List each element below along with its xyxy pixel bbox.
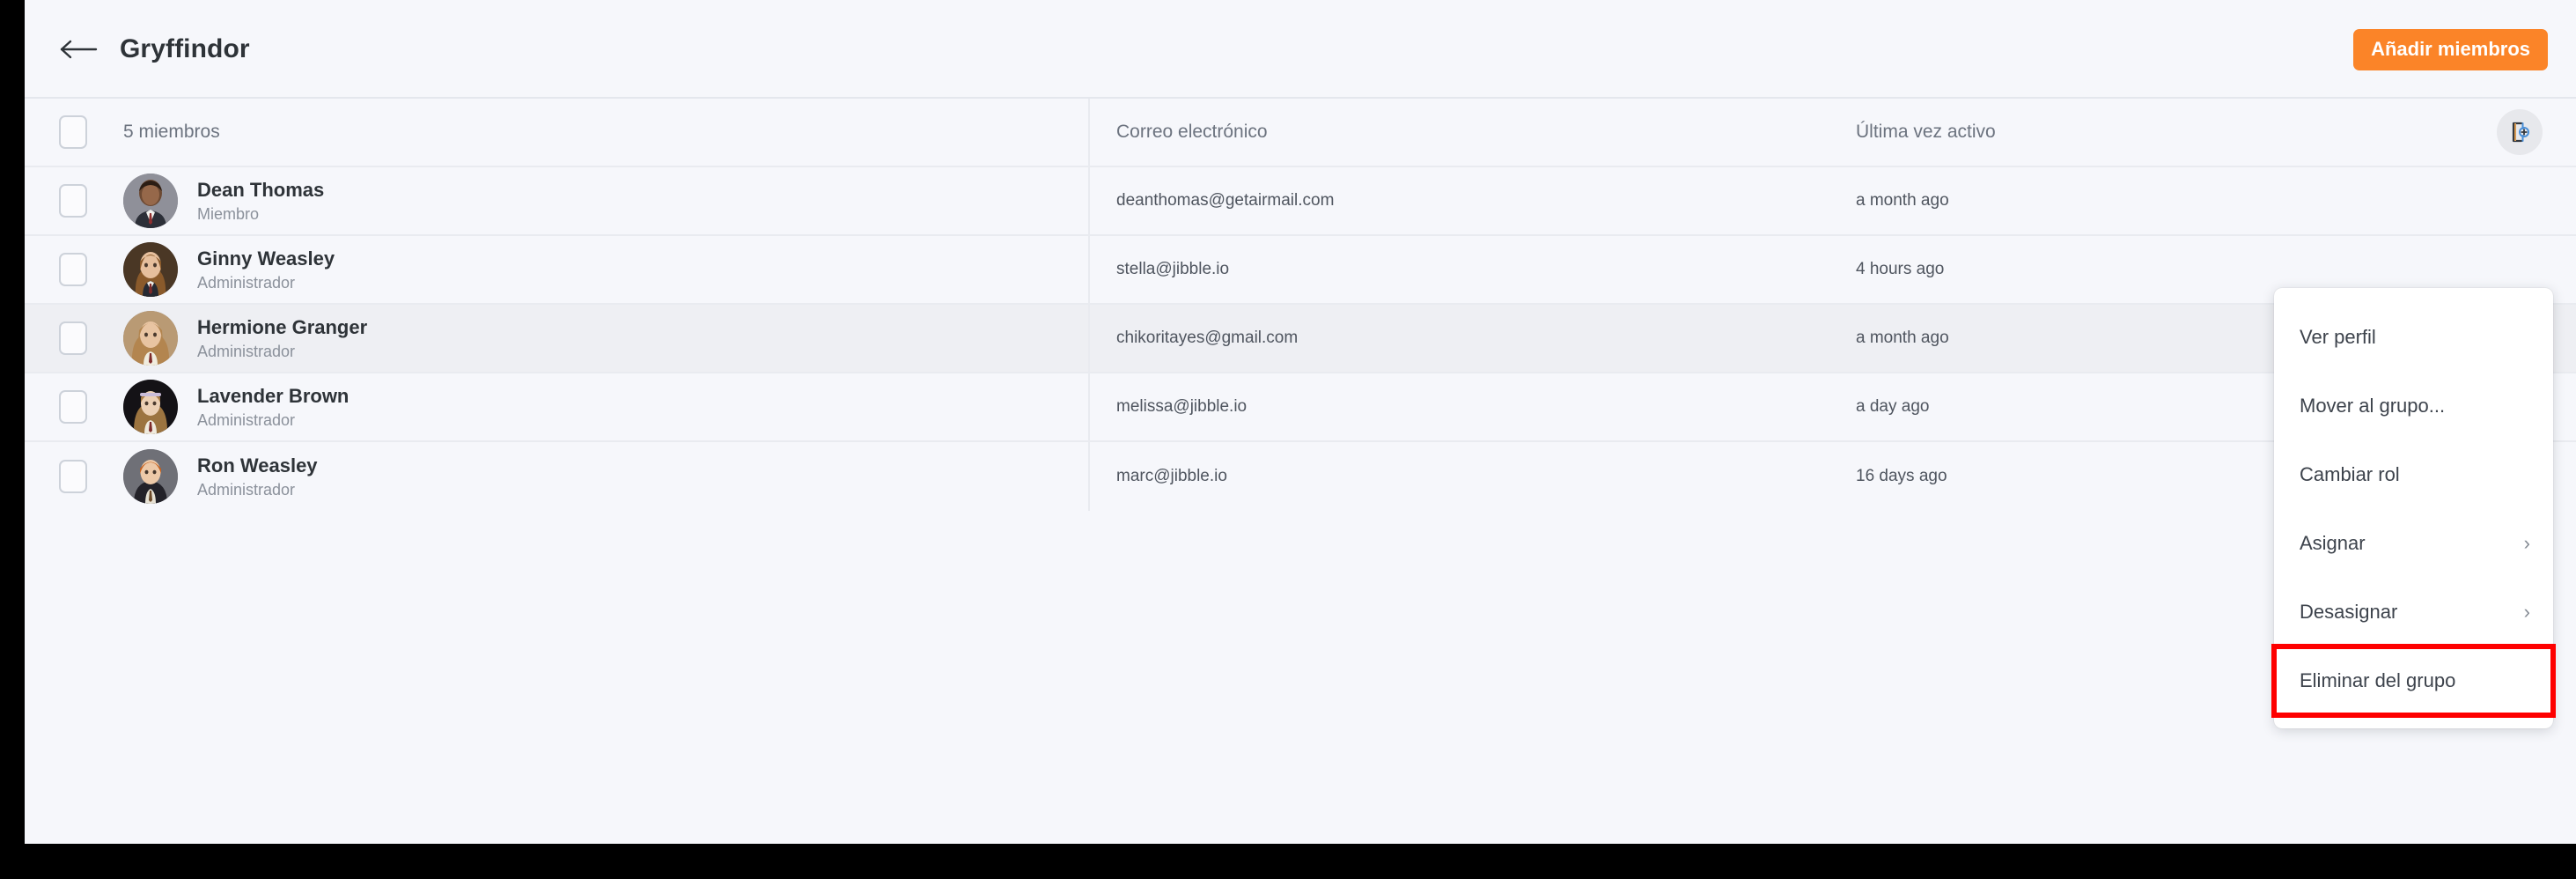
- menu-item-ver-perfil[interactable]: Ver perfil: [2274, 303, 2553, 372]
- select-all-checkbox[interactable]: [59, 115, 87, 149]
- page-title: Gryffindor: [120, 34, 250, 63]
- menu-item-label: Desasignar: [2300, 601, 2398, 623]
- member-name: Dean Thomas: [197, 178, 325, 201]
- menu-item-desasignar[interactable]: Desasignar ›: [2274, 578, 2553, 646]
- member-role: Administrador: [197, 480, 296, 499]
- member-email: melissa@jibble.io: [1116, 397, 1248, 416]
- member-email: deanthomas@getairmail.com: [1116, 191, 1335, 210]
- menu-item-label: Eliminar del grupo: [2300, 669, 2456, 691]
- page-header: Gryffindor Añadir miembros: [25, 0, 2576, 99]
- column-header-email: Correo electrónico: [1116, 122, 1268, 142]
- bottom-black-bar: [0, 844, 2576, 879]
- avatar: [123, 311, 178, 366]
- member-last-active: a month ago: [1856, 191, 1949, 210]
- avatar: [123, 380, 178, 434]
- chevron-right-icon: ›: [2523, 601, 2530, 623]
- screen: Gryffindor Añadir miembros 5 miembros Co…: [0, 0, 2576, 879]
- table-row[interactable]: Ginny Weasley Administrador stella@jibbl…: [25, 236, 2576, 305]
- member-name-cell: Ron Weasley Administrador: [121, 442, 1090, 511]
- menu-item-label: Mover al grupo...: [2300, 395, 2446, 417]
- row-select-cell: [25, 305, 121, 372]
- member-role: Miembro: [197, 204, 260, 223]
- row-checkbox[interactable]: [59, 253, 87, 286]
- menu-item-cambiar-rol[interactable]: Cambiar rol: [2274, 440, 2553, 509]
- row-checkbox[interactable]: [59, 321, 87, 355]
- member-role: Administrador: [197, 342, 296, 360]
- menu-item-label: Cambiar rol: [2300, 463, 2400, 485]
- table-row[interactable]: Hermione Granger Administrador chikorita…: [25, 305, 2576, 373]
- add-members-button[interactable]: Añadir miembros: [2353, 29, 2548, 71]
- select-all-cell: [25, 99, 121, 166]
- menu-item-label: Asignar: [2300, 532, 2366, 554]
- member-name: Lavender Brown: [197, 384, 350, 407]
- row-select-cell: [25, 373, 121, 440]
- member-name: Ginny Weasley: [197, 247, 335, 270]
- menu-item-label: Ver perfil: [2300, 326, 2376, 348]
- table-row[interactable]: Dean Thomas Miembro deanthomas@getairmai…: [25, 167, 2576, 236]
- row-checkbox[interactable]: [59, 460, 87, 493]
- column-header-last-active-label: Última vez activo: [1856, 122, 1996, 142]
- menu-item-asignar[interactable]: Asignar ›: [2274, 509, 2553, 578]
- table-row[interactable]: Lavender Brown Administrador melissa@jib…: [25, 373, 2576, 442]
- members-table: 5 miembros Correo electrónico Última vez…: [25, 99, 2576, 511]
- table-row[interactable]: Ron Weasley Administrador marc@jibble.io…: [25, 442, 2576, 511]
- member-email: stella@jibble.io: [1116, 260, 1230, 278]
- member-role: Administrador: [197, 273, 296, 292]
- row-select-cell: [25, 167, 121, 234]
- table-header-row: 5 miembros Correo electrónico Última vez…: [25, 99, 2576, 167]
- avatar: [123, 174, 178, 228]
- member-name-block: Ron Weasley Administrador: [197, 454, 318, 499]
- export-document-icon[interactable]: [2497, 109, 2543, 155]
- avatar: [123, 449, 178, 504]
- member-role: Administrador: [197, 410, 296, 429]
- column-header-last-active: Última vez activo: [1829, 99, 2576, 166]
- menu-item-mover-al-grupo[interactable]: Mover al grupo...: [2274, 372, 2553, 440]
- member-name-cell: Hermione Granger Administrador: [121, 305, 1090, 372]
- member-name-block: Ginny Weasley Administrador: [197, 247, 335, 292]
- member-name: Hermione Granger: [197, 315, 368, 338]
- group-members-page: Gryffindor Añadir miembros 5 miembros Co…: [25, 0, 2576, 844]
- member-context-menu: Ver perfil Mover al grupo... Cambiar rol…: [2271, 288, 2556, 728]
- menu-item-eliminar-del-grupo[interactable]: Eliminar del grupo: [2271, 644, 2556, 718]
- row-select-cell: [25, 442, 121, 511]
- row-checkbox[interactable]: [59, 184, 87, 218]
- chevron-right-icon: ›: [2523, 532, 2530, 554]
- member-name-cell: Lavender Brown Administrador: [121, 373, 1090, 440]
- column-header-members: 5 miembros: [121, 99, 1090, 166]
- header-left-group: Gryffindor: [58, 0, 250, 99]
- row-select-cell: [25, 236, 121, 303]
- member-email: chikoritayes@gmail.com: [1116, 329, 1299, 347]
- avatar: [123, 242, 178, 297]
- member-name: Ron Weasley: [197, 454, 318, 476]
- row-checkbox[interactable]: [59, 390, 87, 424]
- member-name-block: Hermione Granger Administrador: [197, 316, 367, 361]
- member-email: marc@jibble.io: [1116, 467, 1227, 485]
- member-name-cell: Ginny Weasley Administrador: [121, 236, 1090, 303]
- member-name-cell: Dean Thomas Miembro: [121, 167, 1090, 234]
- member-name-block: Lavender Brown Administrador: [197, 385, 349, 430]
- member-name-block: Dean Thomas Miembro: [197, 179, 324, 224]
- arrow-left-icon[interactable]: [58, 36, 99, 63]
